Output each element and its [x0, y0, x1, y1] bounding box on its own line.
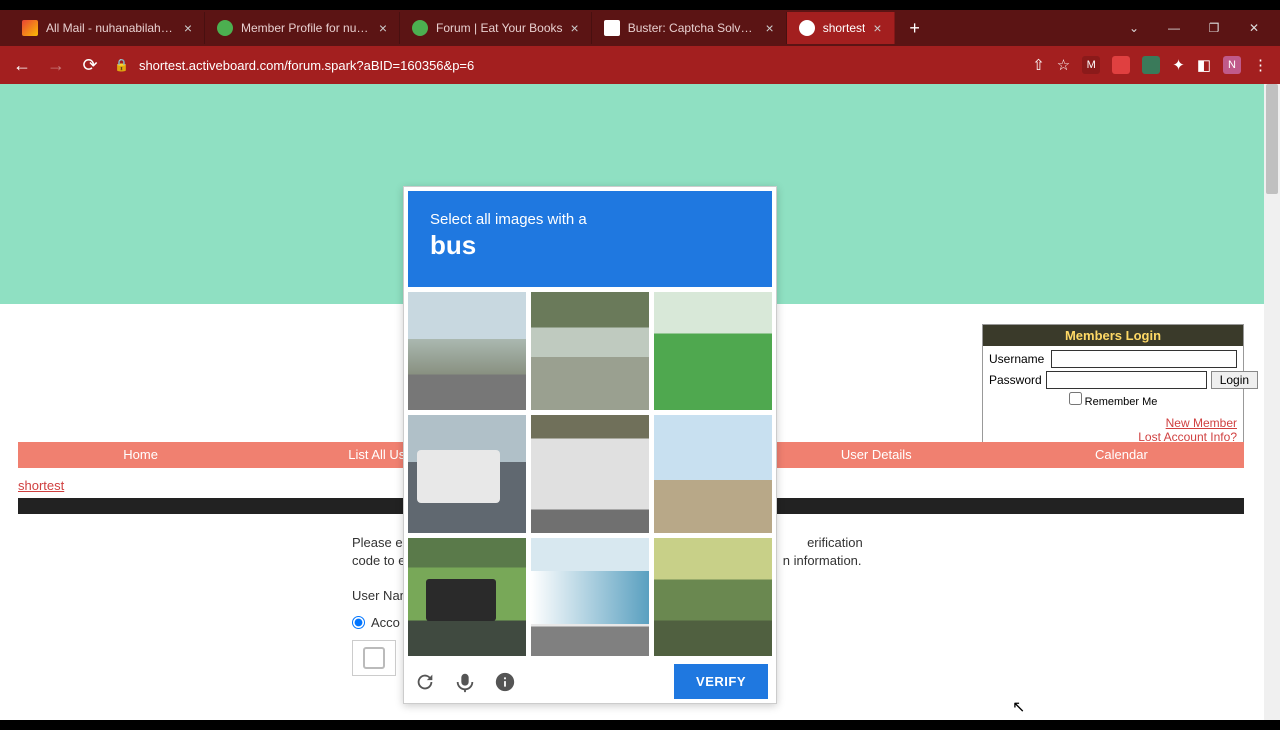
recaptcha-prompt-small: Select all images with a	[430, 211, 750, 228]
scrollbar-thumb[interactable]	[1266, 84, 1278, 194]
close-icon[interactable]: ×	[571, 20, 579, 36]
recaptcha-tile-4[interactable]	[408, 415, 526, 533]
close-icon[interactable]: ×	[873, 20, 881, 36]
window-close[interactable]: ✕	[1244, 21, 1264, 35]
password-label: Password	[989, 373, 1042, 387]
tab-forum[interactable]: Forum | Eat Your Books ×	[400, 12, 592, 44]
site-icon	[217, 20, 233, 36]
tab-gmail[interactable]: All Mail - nuhanabilahhaik@ ×	[10, 12, 205, 44]
login-panel: Members Login Username Password Login Re…	[982, 324, 1244, 449]
extension-pin-icon[interactable]	[1112, 56, 1130, 74]
page-scrollbar[interactable]	[1264, 84, 1280, 720]
recaptcha-tile-1[interactable]	[408, 292, 526, 410]
nav-home[interactable]: Home	[18, 442, 263, 468]
bookmark-icon[interactable]: ☆	[1057, 56, 1070, 74]
tab-label: shortest	[823, 21, 866, 35]
sidepanel-icon[interactable]: ◧	[1197, 56, 1211, 74]
reload-button[interactable]: ⟳	[80, 55, 100, 76]
breadcrumb: shortest	[18, 478, 64, 493]
mouse-cursor: ↖	[1012, 697, 1025, 717]
recaptcha-tile-8[interactable]	[531, 538, 649, 656]
close-icon[interactable]: ×	[379, 20, 387, 36]
back-button[interactable]: ←	[12, 55, 32, 76]
breadcrumb-link[interactable]: shortest	[18, 478, 64, 493]
site-icon	[412, 20, 428, 36]
recaptcha-reload-icon[interactable]	[412, 669, 438, 695]
nav-calendar[interactable]: Calendar	[999, 442, 1244, 468]
tab-buster[interactable]: Buster: Captcha Solver for H ×	[592, 12, 787, 44]
new-member-link[interactable]: New Member	[989, 416, 1237, 430]
lock-icon: 🔒	[114, 58, 129, 72]
tab-label: Member Profile for nuhanab	[241, 21, 371, 35]
recaptcha-tile-7[interactable]	[408, 538, 526, 656]
recaptcha-checkbox-box[interactable]	[352, 640, 396, 676]
tab-label: All Mail - nuhanabilahhaik@	[46, 21, 176, 35]
password-input[interactable]	[1046, 371, 1207, 389]
recaptcha-tile-2[interactable]	[531, 292, 649, 410]
close-icon[interactable]: ×	[766, 20, 774, 36]
forward-button[interactable]: →	[46, 55, 66, 76]
remember-label: Remember Me	[1085, 396, 1158, 408]
recaptcha-challenge: Select all images with a bus	[403, 186, 777, 704]
recaptcha-tile-6[interactable]	[654, 415, 772, 533]
close-icon[interactable]: ×	[184, 20, 192, 36]
recaptcha-verify-button[interactable]: VERIFY	[674, 664, 768, 699]
store-icon	[604, 20, 620, 36]
extension-green-icon[interactable]	[1142, 56, 1160, 74]
new-tab-button[interactable]: +	[901, 14, 929, 42]
recaptcha-header: Select all images with a bus	[408, 191, 772, 287]
username-label: Username	[989, 352, 1047, 366]
globe-icon	[799, 20, 815, 36]
share-icon[interactable]: ⇧	[1032, 56, 1045, 74]
recaptcha-info-icon[interactable]	[492, 669, 518, 695]
remember-checkbox[interactable]	[1069, 392, 1082, 405]
recaptcha-tile-9[interactable]	[654, 538, 772, 656]
profile-avatar[interactable]: N	[1223, 56, 1241, 74]
recaptcha-tile-5[interactable]	[531, 415, 649, 533]
extensions-icon[interactable]: ✦	[1172, 56, 1185, 74]
tab-label: Buster: Captcha Solver for H	[628, 21, 758, 35]
gmail-icon	[22, 20, 38, 36]
login-button[interactable]: Login	[1211, 371, 1258, 389]
recaptcha-prompt-target: bus	[430, 230, 750, 261]
username-input[interactable]	[1051, 350, 1237, 368]
recaptcha-tile-3[interactable]	[654, 292, 772, 410]
tab-member-profile[interactable]: Member Profile for nuhanab ×	[205, 12, 400, 44]
recaptcha-image-grid	[408, 292, 772, 656]
extension-m-icon[interactable]: M	[1082, 56, 1100, 74]
account-radio[interactable]	[352, 616, 365, 629]
account-label: Acco	[371, 615, 400, 630]
tab-shortest[interactable]: shortest ×	[787, 12, 895, 44]
url-text: shortest.activeboard.com/forum.spark?aBI…	[139, 58, 474, 73]
browser-tab-bar: All Mail - nuhanabilahhaik@ × Member Pro…	[0, 10, 1280, 46]
recaptcha-checkbox[interactable]	[363, 647, 385, 669]
nav-user-details[interactable]: User Details	[754, 442, 999, 468]
browser-toolbar: ← → ⟳ 🔒 shortest.activeboard.com/forum.s…	[0, 46, 1280, 84]
tab-label: Forum | Eat Your Books	[436, 21, 563, 35]
login-header: Members Login	[983, 325, 1243, 346]
recaptcha-audio-icon[interactable]	[452, 669, 478, 695]
window-minimize[interactable]: —	[1164, 21, 1184, 35]
address-bar[interactable]: 🔒 shortest.activeboard.com/forum.spark?a…	[114, 58, 1018, 73]
window-dropdown[interactable]: ⌄	[1124, 21, 1144, 35]
menu-icon[interactable]: ⋮	[1253, 56, 1268, 74]
window-maximize[interactable]: ❐	[1204, 21, 1224, 35]
